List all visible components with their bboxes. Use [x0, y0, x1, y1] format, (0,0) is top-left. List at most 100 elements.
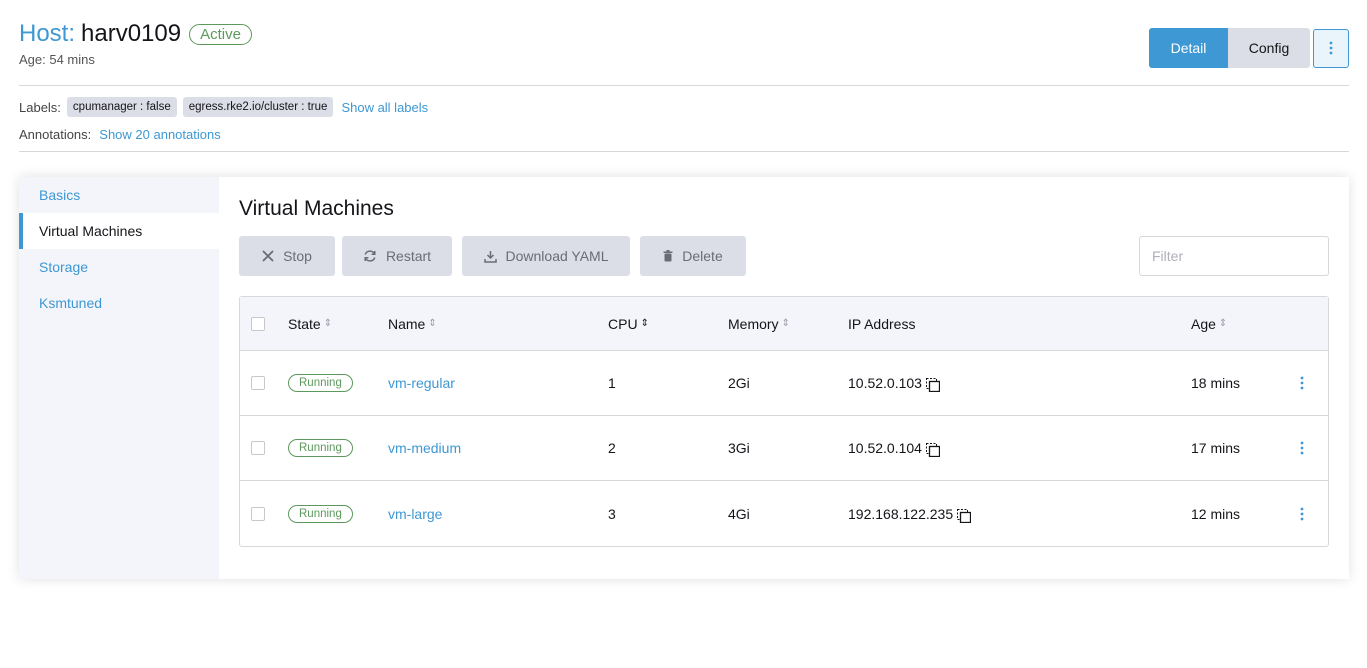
state-badge: Running [288, 439, 353, 457]
label-tag: egress.rke2.io/cluster : true [182, 97, 334, 117]
column-header-cpu[interactable]: CPU ⇕ [608, 316, 649, 332]
memory-cell: 4Gi [728, 505, 750, 522]
column-header-ip: IP Address [848, 316, 915, 332]
section-title: Virtual Machines [239, 197, 394, 220]
title-prefix: Host: [19, 20, 76, 47]
column-label: Name [388, 315, 426, 332]
annotations-key: Annotations: [19, 126, 92, 142]
show-all-labels-link[interactable]: Show all labels [341, 100, 428, 115]
page-header: Host: harv0109 Active Age: 54 mins Detai… [19, 20, 1349, 86]
download-yaml-label: Download YAML [505, 248, 609, 264]
ip-text: 10.52.0.103 [848, 375, 922, 391]
column-header-age[interactable]: Age ⇕ [1191, 316, 1227, 332]
name-cell: vm-large [388, 506, 442, 522]
vm-table: State ⇕ Name ⇕ CPU ⇕ Memory ⇕ IP Address Age… [239, 296, 1329, 547]
cpu-cell: 2 [608, 440, 616, 456]
labels-key: Labels: [19, 99, 61, 115]
copy-icon[interactable] [925, 378, 940, 392]
state-cell: Running [288, 504, 353, 523]
table-row: Running vm-large 3 4Gi 192.168.122.235 1… [240, 481, 1328, 546]
kebab-icon [1300, 441, 1304, 455]
tab-ksmtuned[interactable]: Ksmtuned [19, 285, 219, 321]
column-header-name[interactable]: Name ⇕ [388, 316, 437, 332]
memory-cell: 2Gi [728, 375, 750, 391]
metadata-section: Labels: cpumanager : false egress.rke2.i… [19, 95, 1349, 152]
refresh-icon [364, 250, 376, 262]
column-header-state[interactable]: State ⇕ [288, 316, 332, 332]
sort-icon: ⇕ [640, 318, 649, 329]
side-tabs: Basics Virtual Machines Storage Ksmtuned [19, 177, 219, 579]
vm-name-link[interactable]: vm-medium [388, 440, 461, 456]
table-row: Running vm-regular 1 2Gi 10.52.0.103 18 … [240, 351, 1328, 416]
vm-name-link[interactable]: vm-regular [388, 375, 455, 391]
name-cell: vm-regular [388, 375, 455, 391]
row-checkbox[interactable] [251, 506, 265, 521]
column-label: CPU [608, 315, 638, 332]
age-cell: 12 mins [1191, 505, 1241, 522]
checkbox-box [251, 506, 265, 521]
ip-cell: 10.52.0.103 [848, 375, 940, 392]
restart-button[interactable]: Restart [342, 236, 452, 276]
memory-cell: 3Gi [728, 440, 750, 456]
close-icon [262, 250, 274, 262]
ip-cell: 10.52.0.104 [848, 440, 940, 457]
checkbox-box [251, 316, 265, 331]
copy-icon[interactable] [925, 443, 940, 457]
row-checkbox[interactable] [251, 441, 265, 455]
delete-label: Delete [682, 248, 723, 264]
download-yaml-button[interactable]: Download YAML [462, 236, 630, 276]
ip-text: 10.52.0.104 [848, 440, 922, 456]
download-icon [483, 250, 497, 263]
delete-button[interactable]: Delete [640, 236, 746, 276]
labels-row: Labels: cpumanager : false egress.rke2.i… [19, 95, 1349, 119]
kebab-icon [1300, 507, 1304, 520]
tab-basics[interactable]: Basics [19, 177, 219, 213]
row-actions-button[interactable] [1300, 507, 1304, 521]
select-all-checkbox[interactable] [251, 316, 265, 331]
age-cell: 17 mins [1191, 440, 1241, 456]
age-cell: 18 mins [1191, 375, 1241, 391]
show-annotations-link[interactable]: Show 20 annotations [99, 127, 220, 142]
cpu-cell: 3 [608, 505, 616, 522]
header-actions: Detail Config [1149, 28, 1349, 68]
restart-label: Restart [385, 248, 432, 264]
column-label: IP Address [848, 315, 916, 332]
trash-icon [663, 250, 673, 262]
tab-virtual-machines[interactable]: Virtual Machines [19, 213, 219, 249]
tab-storage[interactable]: Storage [19, 249, 219, 285]
row-actions-button[interactable] [1300, 376, 1304, 390]
status-badge: Active [189, 23, 252, 45]
copy-icon[interactable] [957, 508, 972, 523]
name-cell: vm-medium [388, 440, 461, 456]
filter-input[interactable] [1139, 236, 1329, 276]
actions-menu-button[interactable] [1313, 28, 1349, 68]
bulk-actions-toolbar: Stop Restart Download YAML Delete [239, 236, 1329, 276]
kebab-icon [1300, 376, 1304, 390]
sort-icon: ⇕ [1218, 318, 1228, 329]
cpu-cell: 1 [608, 375, 616, 391]
state-badge: Running [288, 504, 353, 523]
state-badge: Running [288, 374, 353, 392]
tab-content: Virtual Machines Stop Restart Download Y… [219, 177, 1349, 579]
sort-icon: ⇕ [323, 318, 333, 329]
label-tag: cpumanager : false [66, 97, 177, 117]
stop-label: Stop [283, 248, 312, 264]
sort-icon: ⇕ [428, 318, 437, 329]
column-label: State [288, 315, 321, 332]
checkbox-box [251, 376, 265, 390]
table-row: Running vm-medium 2 3Gi 10.52.0.104 17 m… [240, 416, 1328, 481]
config-button[interactable]: Config [1228, 28, 1310, 68]
ip-text: 192.168.122.235 [848, 505, 954, 522]
state-cell: Running [288, 374, 353, 392]
checkbox-box [251, 441, 265, 455]
detail-button[interactable]: Detail [1149, 28, 1228, 68]
vm-name-link[interactable]: vm-large [388, 506, 442, 522]
column-header-memory[interactable]: Memory ⇕ [728, 316, 790, 332]
state-cell: Running [288, 439, 353, 457]
column-label: Age [1191, 315, 1216, 332]
stop-button[interactable]: Stop [239, 236, 335, 276]
detail-card: Basics Virtual Machines Storage Ksmtuned… [19, 177, 1349, 579]
row-actions-button[interactable] [1300, 441, 1304, 455]
row-checkbox[interactable] [251, 376, 265, 390]
ip-cell: 192.168.122.235 [848, 505, 972, 523]
